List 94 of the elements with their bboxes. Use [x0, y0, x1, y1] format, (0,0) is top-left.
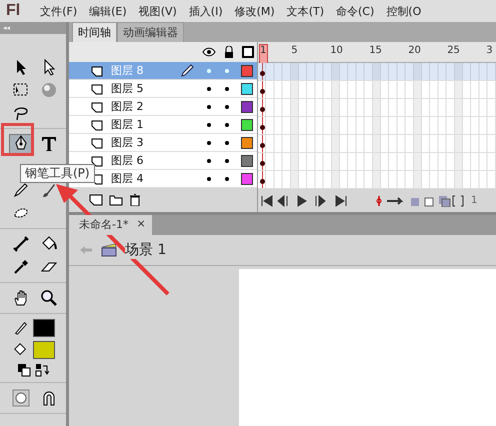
panel-tab[interactable]: 时间轴: [72, 22, 117, 42]
keyframe-dot[interactable]: [260, 179, 265, 184]
menu-item[interactable]: 视图(V): [132, 4, 183, 18]
menu-item[interactable]: 修改(M): [228, 4, 281, 18]
pencil-icon: [180, 64, 194, 78]
unlocked-dot[interactable]: [225, 140, 229, 144]
highlight-frame: [1, 123, 34, 156]
stroke-color-swatch[interactable]: [33, 319, 55, 337]
layer-icon: [91, 82, 103, 94]
menu-item[interactable]: 文本(T): [280, 4, 330, 18]
new-layer-icon[interactable]: [89, 194, 103, 206]
frame-number: 5: [291, 45, 298, 56]
keyframe-dot[interactable]: [260, 125, 265, 130]
panel-tab[interactable]: 动画编辑器: [117, 22, 184, 42]
layer-icon: [91, 64, 103, 76]
visible-dot[interactable]: [207, 176, 211, 180]
paint-bucket-icon: [13, 342, 29, 358]
eye-icon[interactable]: [202, 47, 216, 57]
tooltip: 钢笔工具(P): [20, 164, 95, 183]
outline-icon[interactable]: [242, 46, 254, 58]
app-logo: Fl: [5, 2, 22, 20]
menu-item[interactable]: 命令(C): [330, 4, 380, 18]
text-icon: [40, 135, 58, 153]
pencil-icon: [12, 181, 30, 199]
menu-item[interactable]: 编辑(E): [83, 4, 133, 18]
layer-row[interactable]: 图层 1: [69, 116, 257, 134]
layer-row[interactable]: 图层 5: [69, 80, 257, 98]
frame-number: 25: [447, 45, 460, 56]
current-frame-number: 1: [471, 195, 478, 206]
unlocked-dot[interactable]: [225, 86, 229, 90]
visible-dot[interactable]: [207, 122, 211, 126]
lock-icon[interactable]: [224, 46, 234, 58]
unlocked-dot[interactable]: [225, 68, 229, 72]
keyframe-dot[interactable]: [260, 161, 265, 166]
unlocked-dot[interactable]: [225, 104, 229, 108]
frame-number: 3: [486, 45, 493, 56]
layer-color-swatch[interactable]: [241, 154, 253, 166]
layer-color-swatch[interactable]: [241, 118, 253, 130]
menu-item[interactable]: 控制(O: [380, 4, 428, 18]
visible-dot[interactable]: [207, 158, 211, 162]
menu-item[interactable]: 文件(F): [34, 4, 84, 18]
visible-dot[interactable]: [207, 104, 211, 108]
layer-icon: [91, 136, 103, 148]
frame-number: 20: [408, 45, 421, 56]
menu-item[interactable]: 插入(I): [182, 4, 229, 18]
layer-color-swatch[interactable]: [241, 172, 253, 184]
frame-number: 1: [260, 45, 266, 56]
unlocked-dot[interactable]: [225, 158, 229, 162]
visible-dot[interactable]: [207, 140, 211, 144]
pencil-icon: [13, 320, 29, 336]
keyframe-dot[interactable]: [260, 143, 265, 148]
sphere-icon: [40, 81, 58, 99]
keyframe-dot[interactable]: [260, 107, 265, 112]
layer-name: 图层 3: [111, 135, 144, 150]
snap-icon: [12, 389, 30, 407]
layer-row[interactable]: 图层 2: [69, 98, 257, 116]
layer-name: 图层 6: [111, 153, 144, 168]
close-button[interactable]: ×: [136, 217, 146, 232]
bone-icon: [12, 235, 30, 253]
layer-name: 图层 2: [111, 99, 144, 114]
folder-icon[interactable]: [109, 194, 123, 206]
frame-number: 10: [330, 45, 343, 56]
unlocked-dot[interactable]: [225, 122, 229, 126]
keyframe-dot[interactable]: [260, 71, 265, 76]
layer-color-swatch[interactable]: [241, 82, 253, 94]
playhead[interactable]: [259, 44, 268, 64]
visible-dot[interactable]: [207, 86, 211, 90]
layer-color-swatch[interactable]: [241, 136, 253, 148]
visible-dot[interactable]: [207, 68, 211, 72]
frame-number: 15: [369, 45, 382, 56]
trash-icon[interactable]: [129, 194, 141, 206]
clapperboard-icon: [101, 243, 117, 257]
default-colors-icon[interactable]: [17, 363, 31, 377]
swap-colors-icon[interactable]: [35, 363, 49, 377]
onion-skin-icons[interactable]: [410, 194, 466, 206]
layer-color-swatch[interactable]: [241, 100, 253, 112]
scene-name[interactable]: 场景 1: [125, 241, 166, 259]
layer-row[interactable]: 图层 3: [69, 134, 257, 152]
fill-color-swatch[interactable]: [33, 341, 55, 359]
zoom-icon: [40, 289, 58, 307]
layer-name: 图层 5: [111, 81, 144, 96]
layer-icon: [91, 118, 103, 130]
brush-icon: [40, 181, 58, 199]
eyedropper-icon: [12, 258, 30, 276]
unlocked-dot[interactable]: [225, 176, 229, 180]
layer-name: 图层 8: [111, 63, 144, 78]
layer-name: 图层 4: [111, 171, 144, 186]
keyframe-dot[interactable]: [260, 89, 265, 94]
layer-color-swatch[interactable]: [241, 64, 253, 76]
layer-icon: [91, 100, 103, 112]
layer-icon: [91, 154, 103, 166]
onion-skin-icons[interactable]: [375, 194, 405, 206]
layer-name: 图层 1: [111, 117, 144, 132]
document-tab[interactable]: 未命名-1* ×: [69, 215, 152, 235]
